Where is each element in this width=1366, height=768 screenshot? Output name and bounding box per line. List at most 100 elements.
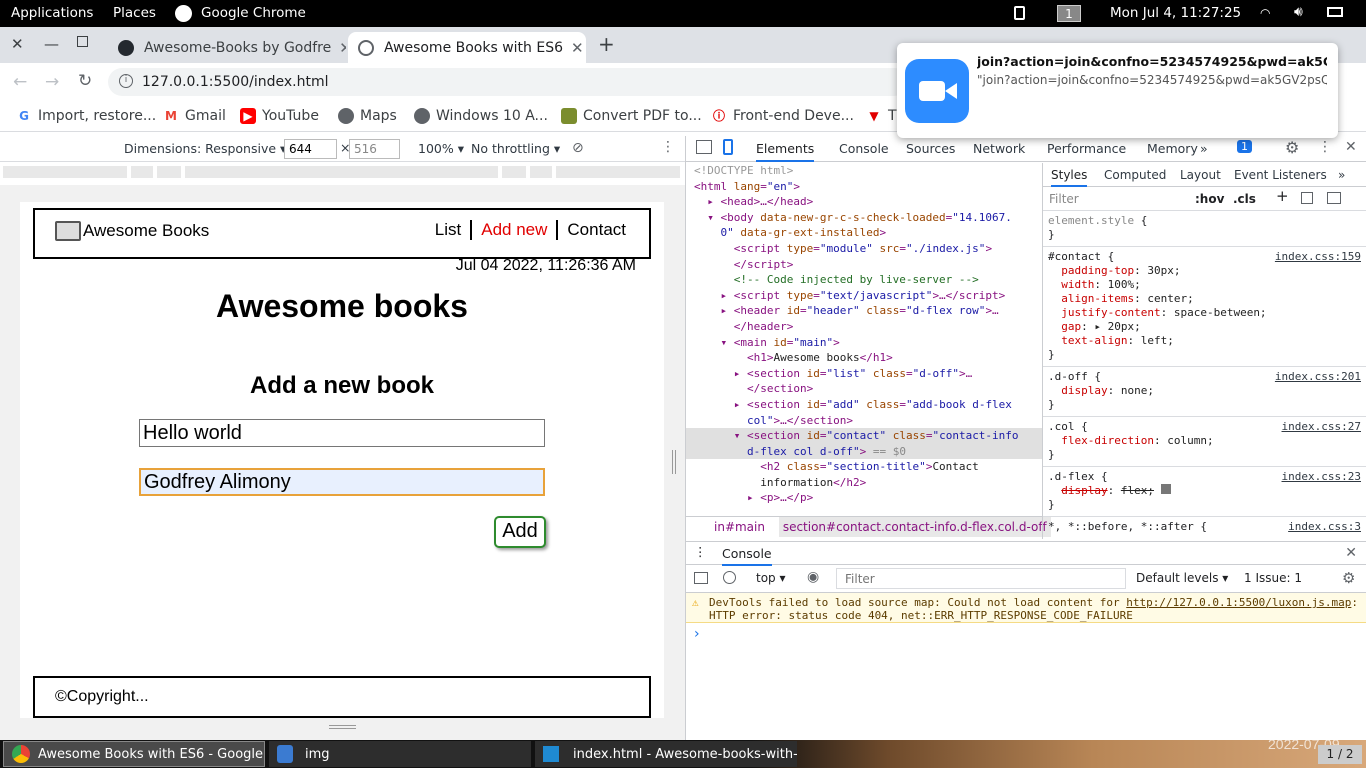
places-menu[interactable]: Places <box>113 5 156 21</box>
wifi-icon[interactable]: ◠ <box>1260 6 1270 20</box>
site-brand[interactable]: Awesome Books <box>55 221 209 241</box>
breadcrumb-main[interactable]: in#main <box>714 520 765 534</box>
tree-line[interactable]: ▾ <body data-new-gr-c-s-check-loaded="14… <box>686 210 1042 226</box>
bookmark-maps[interactable]: Maps <box>338 108 397 124</box>
site-info-icon[interactable]: i <box>119 74 133 88</box>
source-link[interactable]: index.css:3 <box>1288 520 1361 534</box>
hov-toggle[interactable]: :hov <box>1195 192 1224 206</box>
rule-element-style[interactable]: element.style {} <box>1043 211 1366 247</box>
tree-line[interactable]: <!-- Code injected by live-server --> <box>686 272 1042 288</box>
width-input[interactable] <box>284 139 337 159</box>
tab-memory[interactable]: Memory <box>1147 141 1198 156</box>
tab-performance[interactable]: Performance <box>1047 141 1126 156</box>
issues-button[interactable]: 1 Issue: 1 <box>1244 571 1302 585</box>
tab-network[interactable]: Network <box>973 141 1025 156</box>
tab-awesome-books-godfrey[interactable]: Awesome-Books by Godfre ✕ <box>108 32 346 63</box>
inspect-icon[interactable] <box>696 140 712 154</box>
zoom-notification[interactable]: join?action=join&confno=5234574925&pwd=a… <box>897 43 1338 138</box>
taskbar-item-img[interactable]: img <box>269 741 531 767</box>
nav-contact[interactable]: Contact <box>558 220 635 240</box>
console-prompt[interactable]: › <box>686 623 1366 642</box>
rule-d-flex[interactable]: index.css:23 .d-flex { display: flex; } <box>1043 467 1366 517</box>
workspace-pager[interactable]: 1 / 2 <box>1318 745 1362 764</box>
more-options-icon[interactable]: ⋮ <box>661 139 675 155</box>
tree-line[interactable]: ▸ <section id="list" class="d-off">… <box>686 366 1042 382</box>
reload-icon[interactable]: ↻ <box>78 71 92 91</box>
zoom-select[interactable]: 100% ▾ <box>418 141 464 156</box>
breadcrumb-section[interactable]: section#contact.contact-info.d-flex.col.… <box>778 517 1051 537</box>
bookmark-import[interactable]: G Import, restore... <box>16 108 156 124</box>
rule-col[interactable]: index.css:27 .col { flex-direction: colu… <box>1043 417 1366 467</box>
sidebar-toggle-icon[interactable] <box>1327 192 1341 204</box>
bookmark-youtube[interactable]: ▶ YouTube <box>240 108 319 124</box>
tree-line[interactable]: <html lang="en"> <box>686 179 1042 195</box>
drawer-menu-icon[interactable]: ⋮ <box>694 544 707 559</box>
tree-line[interactable]: <h2 class="section-title">Contact <box>686 459 1042 475</box>
more-options-icon[interactable]: ⋮ <box>1318 139 1332 155</box>
tab-elements[interactable]: Elements <box>756 136 815 162</box>
workspace-indicator[interactable]: 1 <box>1057 5 1081 22</box>
rule-d-off[interactable]: index.css:201 .d-off { display: none;} <box>1043 367 1366 417</box>
tree-line[interactable]: ▾ <main id="main"> <box>686 335 1042 351</box>
tree-line[interactable]: <script type="module" src="./index.js"> <box>686 241 1042 257</box>
styles-filter-input[interactable]: Filter <box>1049 192 1079 206</box>
source-link[interactable]: index.css:159 <box>1275 250 1361 264</box>
resize-handle-bottom[interactable] <box>329 725 356 729</box>
tab-console[interactable]: Console <box>839 141 889 156</box>
tree-line[interactable]: ▸ <head>…</head> <box>686 194 1042 210</box>
taskbar-item-vscode[interactable]: index.html - Awesome-books-with-E... <box>535 741 797 767</box>
console-filter-input[interactable] <box>836 568 1126 589</box>
url-bar[interactable]: i 127.0.0.1:5500/index.html <box>108 68 908 96</box>
console-settings-icon[interactable]: ⚙ <box>1342 569 1355 587</box>
tree-line-selected[interactable]: ▾ <section id="contact" class="contact-i… <box>686 428 1042 444</box>
bookmark-frontend[interactable]: ⓘ Front-end Deve... <box>711 108 854 124</box>
new-tab-icon[interactable]: + <box>598 32 615 56</box>
dimensions-select[interactable]: Dimensions: Responsive ▾ <box>124 141 286 156</box>
tab-computed[interactable]: Computed <box>1104 168 1166 182</box>
forward-icon[interactable]: → <box>45 72 59 92</box>
minimize-icon[interactable]: — <box>44 35 59 53</box>
nav-add-new[interactable]: Add new <box>472 220 559 240</box>
clock[interactable]: Mon Jul 4, 11:27:25 <box>1110 5 1241 21</box>
clear-console-icon[interactable] <box>723 571 736 584</box>
active-app-label[interactable]: Google Chrome <box>201 5 306 21</box>
more-tabs-icon[interactable]: » <box>1200 141 1208 156</box>
source-link[interactable]: index.css:201 <box>1275 370 1361 384</box>
taskbar-item-chrome[interactable]: Awesome Books with ES6 - Google... <box>3 741 265 767</box>
bookmark-convert-pdf[interactable]: Convert PDF to... <box>561 108 702 124</box>
warning-link[interactable]: http://127.0.0.1:5500/luxon.js.map <box>1126 596 1351 609</box>
bookmark-t[interactable]: ▼ T <box>866 108 896 124</box>
add-book-button[interactable]: Add <box>494 516 546 548</box>
applications-menu[interactable]: Applications <box>11 5 93 21</box>
cls-toggle[interactable]: .cls <box>1233 192 1256 206</box>
back-icon[interactable]: ← <box>13 72 27 92</box>
battery-icon[interactable] <box>1327 7 1343 17</box>
elements-tree[interactable]: <!DOCTYPE html> <html lang="en"> ▸ <head… <box>686 163 1042 515</box>
tree-line[interactable]: ▸ <header id="header" class="d-flex row"… <box>686 303 1042 319</box>
media-query-ruler[interactable] <box>0 162 685 185</box>
tree-line[interactable]: ▸ <script type="text/javascript">…</scri… <box>686 288 1042 304</box>
close-tab-icon[interactable]: ✕ <box>563 39 584 57</box>
levels-select[interactable]: Default levels ▾ <box>1136 571 1228 585</box>
book-title-input[interactable] <box>139 419 545 447</box>
bookmark-windows[interactable]: Windows 10 A... <box>414 108 548 124</box>
tree-line[interactable]: <h1>Awesome books</h1> <box>686 350 1042 366</box>
close-window-icon[interactable]: ✕ <box>11 35 24 53</box>
tab-layout[interactable]: Layout <box>1180 168 1221 182</box>
source-link[interactable]: index.css:23 <box>1282 470 1361 484</box>
book-author-input[interactable] <box>139 468 545 496</box>
close-devtools-icon[interactable]: ✕ <box>1345 139 1357 155</box>
context-select[interactable]: top ▾ <box>756 571 786 585</box>
issues-badge[interactable]: 1 <box>1237 140 1252 153</box>
rotate-icon[interactable]: ⊘ <box>572 140 584 156</box>
tab-styles[interactable]: Styles <box>1051 163 1088 187</box>
eye-icon[interactable]: ◉ <box>807 569 819 585</box>
height-input[interactable] <box>349 139 400 159</box>
tab-event-listeners[interactable]: Event Listeners <box>1234 168 1327 182</box>
throttling-select[interactable]: No throttling ▾ <box>471 141 560 156</box>
close-tab-icon[interactable]: ✕ <box>331 39 346 57</box>
nav-list[interactable]: List <box>426 220 473 240</box>
resize-handle-right[interactable] <box>672 450 676 474</box>
tab-awesome-books-es6[interactable]: Awesome Books with ES6 ✕ <box>348 32 586 63</box>
paint-icon[interactable] <box>1301 192 1313 204</box>
